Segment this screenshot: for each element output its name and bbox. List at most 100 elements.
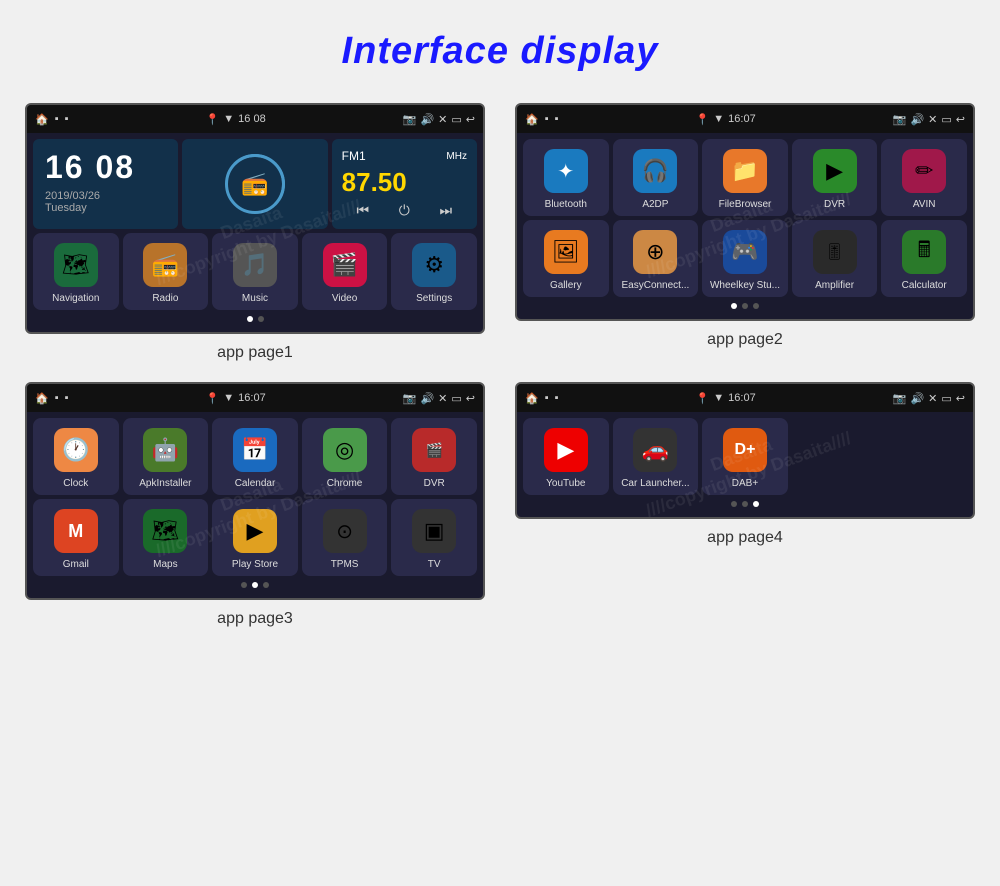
video-icon: 🎬 [323,243,367,287]
page1-label: app page1 [217,344,293,362]
app-navigation[interactable]: 🗺 Navigation [33,233,119,310]
clock-icon: 🕐 [54,428,98,472]
app-a2dp[interactable]: 🎧 A2DP [613,139,699,216]
settings-icon: ⚙ [412,243,456,287]
app-radio[interactable]: 📻 Radio [123,233,209,310]
app-avin[interactable]: ✏ AVIN [881,139,967,216]
app-grid-page2-row1: ✦ Bluetooth 🎧 A2DP 📁 FileBrowser ▶ DVR [523,139,967,216]
car-screen-page2: 🏠 ▪ ▪ 📍 ▼ 16:07 📷 🔊 ✕ ▭ ↩ Das [515,103,975,321]
camera-icon-1: 📷 [403,113,417,126]
dvr-label-p3: DVR [424,478,445,489]
signal-icon-1: ▼ [223,113,234,125]
app-maps[interactable]: 🗺 Maps [123,499,209,576]
back-arrow-4: ↩ [956,392,965,405]
app-wheelkey[interactable]: 🎮 Wheelkey Stu... [702,220,788,297]
page-dots-1 [33,310,477,326]
app-calendar[interactable]: 📅 Calendar [212,418,298,495]
easyconnect-label: EasyConnect... [621,280,689,291]
app-chrome[interactable]: ◎ Chrome [302,418,388,495]
app-playstore[interactable]: ▶ Play Store [212,499,298,576]
video-label: Video [332,293,357,304]
dot-p4-1 [731,501,737,507]
back-icon-2: ▪ [555,113,559,125]
vol-icon-4: 🔊 [910,392,924,405]
close-icon-4: ✕ [928,392,937,405]
camera-icon-4: 📷 [893,392,907,405]
dot-1 [247,316,253,322]
app-dvr-p3[interactable]: 🎬 DVR [391,418,477,495]
menu-icon-3: ▪ [55,392,59,404]
app-dvr-p2[interactable]: ▶ DVR [792,139,878,216]
app-apkinstaller[interactable]: 🤖 ApkInstaller [123,418,209,495]
dab-label: DAB+ [732,478,758,489]
close-icon-1: ✕ [438,113,447,126]
time-1: 16 08 [238,113,266,125]
time-3: 16:07 [238,392,266,404]
app-amplifier[interactable]: 🎚 Amplifier [792,220,878,297]
app-filebrowser[interactable]: 📁 FileBrowser [702,139,788,216]
app-bluetooth[interactable]: ✦ Bluetooth [523,139,609,216]
app-tpms[interactable]: ⊙ TPMS [302,499,388,576]
wheelkey-label: Wheelkey Stu... [710,280,780,291]
next-track[interactable]: ⏭ [440,202,453,219]
app-video[interactable]: 🎬 Video [302,233,388,310]
dot-p3-3 [263,582,269,588]
screen-icon-4: ▭ [941,392,951,405]
amplifier-icon: 🎚 [813,230,857,274]
dot-p2-2 [742,303,748,309]
vol-icon-1: 🔊 [420,113,434,126]
home-icon-3: 🏠 [35,392,49,405]
apk-label: ApkInstaller [139,478,191,489]
home-icon-1: 🏠 [35,113,49,126]
gps-icon-2: 📍 [696,113,710,126]
wheelkey-icon: 🎮 [723,230,767,274]
dot-p3-2 [252,582,258,588]
clock-date: 2019/03/26 [45,190,166,202]
filebrowser-icon: 📁 [723,149,767,193]
page4-label: app page4 [707,529,783,547]
playstore-label: Play Store [232,559,278,570]
fm-controls: ⏮ ⏻ ⏭ [342,202,467,219]
filebrowser-label: FileBrowser [719,199,772,210]
apk-icon: 🤖 [143,428,187,472]
tv-label: TV [428,559,441,570]
app-calculator[interactable]: 🖩 Calculator [881,220,967,297]
screen-icon-3: ▭ [451,392,461,405]
app-clock[interactable]: 🕐 Clock [33,418,119,495]
app-youtube[interactable]: ▶ YouTube [523,418,609,495]
status-bar-4: 🏠 ▪ ▪ 📍 ▼ 16:07 📷 🔊 ✕ ▭ ↩ [517,384,973,412]
app-grid-page4: ▶ YouTube 🚗 Car Launcher... D+ DAB+ [523,418,967,495]
top-widget-1: 16 08 2019/03/26 Tuesday 📻 FM1 MHz [33,139,477,229]
app-carlauncher[interactable]: 🚗 Car Launcher... [613,418,699,495]
time-2: 16:07 [728,113,756,125]
power-btn[interactable]: ⏻ [399,202,410,219]
prev-track[interactable]: ⏮ [356,202,369,219]
app-music[interactable]: 🎵 Music [212,233,298,310]
page-dots-2 [523,297,967,313]
carlauncher-label: Car Launcher... [621,478,689,489]
tpms-label: TPMS [331,559,359,570]
screen-content-4: Dasaita////copyright by Dasaita//// ▶ Yo… [517,412,973,517]
dot-p4-2 [742,501,748,507]
fm-freq: 87.50 [342,167,467,198]
app-dab[interactable]: D+ DAB+ [702,418,788,495]
dot-2 [258,316,264,322]
status-bar-2: 🏠 ▪ ▪ 📍 ▼ 16:07 📷 🔊 ✕ ▭ ↩ [517,105,973,133]
gallery-icon: 🖼 [544,230,588,274]
screens-grid: 🏠 ▪ ▪ 📍 ▼ 16 08 📷 🔊 ✕ ▭ ↩ [0,93,1000,648]
clock-widget: 16 08 2019/03/26 Tuesday [33,139,178,229]
app-settings[interactable]: ⚙ Settings [391,233,477,310]
app-gmail[interactable]: M Gmail [33,499,119,576]
menu-icon-4: ▪ [545,392,549,404]
calculator-icon: 🖩 [902,230,946,274]
app-gallery[interactable]: 🖼 Gallery [523,220,609,297]
music-icon: 🎵 [233,243,277,287]
gmail-icon: M [54,509,98,553]
fm-widget: FM1 MHz 87.50 ⏮ ⏻ ⏭ [332,139,477,229]
car-screen-page3: 🏠 ▪ ▪ 📍 ▼ 16:07 📷 🔊 ✕ ▭ ↩ Das [25,382,485,600]
app-easyconnect[interactable]: ⊕ EasyConnect... [613,220,699,297]
page-dots-4 [523,495,967,511]
playstore-icon: ▶ [233,509,277,553]
app-tv[interactable]: ▣ TV [391,499,477,576]
status-bar-3: 🏠 ▪ ▪ 📍 ▼ 16:07 📷 🔊 ✕ ▭ ↩ [27,384,483,412]
